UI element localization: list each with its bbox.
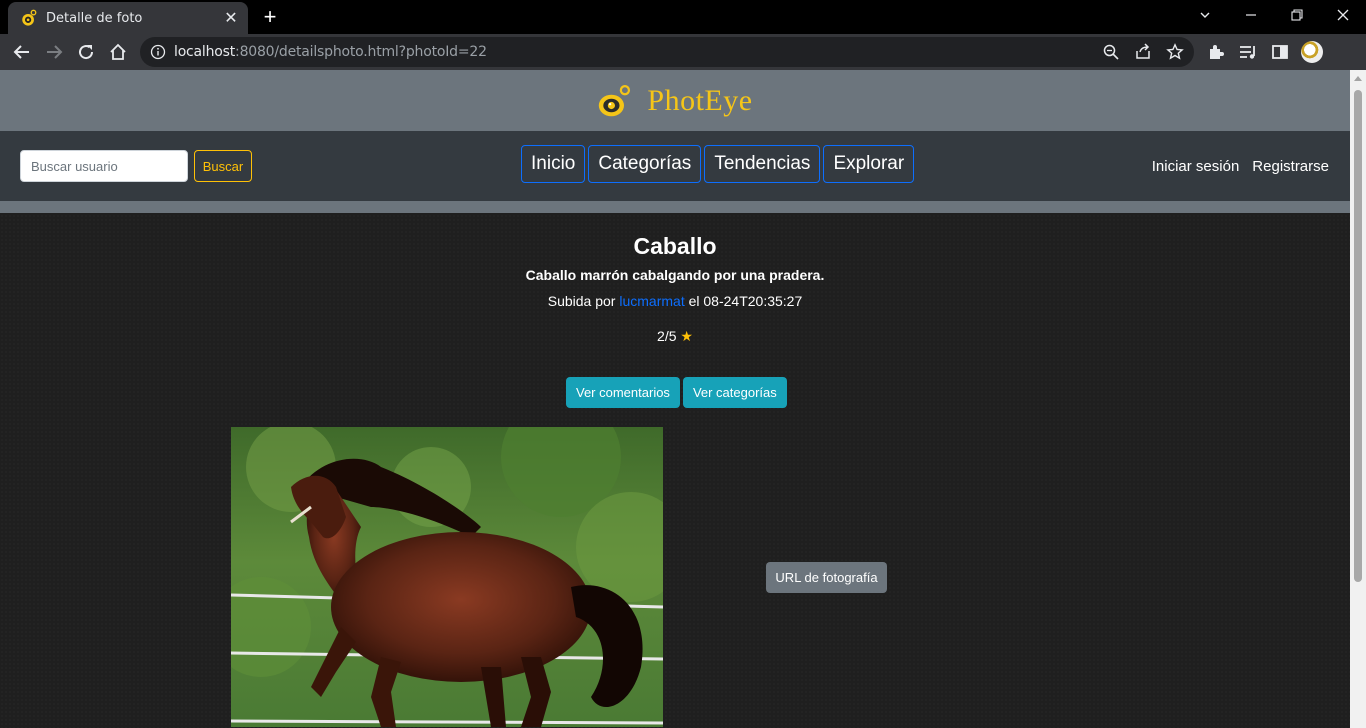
view-comments-button[interactable]: Ver comentarios — [566, 377, 680, 408]
upload-prefix: Subida por — [547, 293, 616, 309]
auth-links: Iniciar sesión Registrarse — [1152, 158, 1329, 175]
rating: 2/5 ★ — [0, 328, 1350, 345]
search-user-input[interactable] — [20, 150, 188, 182]
minimize-icon[interactable] — [1228, 0, 1274, 30]
brand[interactable]: PhotEye — [597, 83, 752, 119]
extensions-puzzle-icon[interactable] — [1206, 42, 1226, 62]
browser-tab[interactable]: Detalle de foto ✕ — [8, 2, 248, 34]
upload-info: Subida por lucmarmat el 08-24T20:35:27 — [0, 293, 1350, 309]
upload-date: el 08-24T20:35:27 — [688, 293, 803, 309]
site-info-icon[interactable] — [150, 44, 166, 60]
photo-image — [231, 427, 663, 727]
login-link[interactable]: Iniciar sesión — [1152, 158, 1240, 175]
photo-actions: Ver comentarios Ver categorías — [566, 377, 787, 408]
bookmark-star-icon[interactable] — [1166, 43, 1184, 61]
reload-icon[interactable] — [72, 38, 100, 66]
divider-bar — [0, 201, 1350, 213]
url-text: localhost:8080/detailsphoto.html?photoId… — [174, 44, 487, 60]
forward-arrow-icon[interactable] — [40, 38, 68, 66]
main-navbar: Buscar Inicio Categorías Tendencias Expl… — [0, 131, 1350, 201]
share-icon[interactable] — [1134, 43, 1152, 61]
tab-search-icon[interactable] — [1182, 0, 1228, 30]
rating-value: 2/5 — [657, 328, 677, 344]
author-link[interactable]: lucmarmat — [619, 293, 684, 309]
star-icon: ★ — [680, 328, 693, 344]
zoom-icon[interactable] — [1102, 43, 1120, 61]
search-button[interactable]: Buscar — [194, 150, 252, 182]
profile-avatar[interactable] — [1301, 41, 1323, 63]
address-bar[interactable]: localhost:8080/detailsphoto.html?photoId… — [140, 37, 1194, 67]
photeye-favicon-icon — [22, 9, 37, 26]
brand-header: PhotEye — [0, 70, 1350, 131]
nav-inicio[interactable]: Inicio — [521, 145, 586, 183]
photo-title: Caballo — [633, 233, 717, 259]
tab-strip: Detalle de foto ✕ + — [0, 0, 1366, 34]
home-icon[interactable] — [104, 38, 132, 66]
media-queue-icon[interactable] — [1238, 42, 1258, 62]
restore-icon[interactable] — [1274, 0, 1320, 30]
register-link[interactable]: Registrarse — [1252, 158, 1329, 175]
nav-links: Inicio Categorías Tendencias Explorar — [521, 145, 915, 183]
photo-url-button[interactable]: URL de fotografía — [766, 562, 887, 593]
url-path: :8080/detailsphoto.html?photoId=22 — [235, 44, 487, 60]
new-tab-button[interactable]: + — [258, 6, 282, 28]
page-scrollbar[interactable] — [1350, 70, 1366, 728]
scrollbar-thumb[interactable] — [1354, 90, 1362, 582]
photeye-logo-icon — [599, 84, 631, 116]
window-close-icon[interactable] — [1320, 0, 1366, 30]
page-viewport: PhotEye Buscar Inicio Categorías Tendenc… — [0, 70, 1350, 728]
nav-explorar[interactable]: Explorar — [823, 145, 915, 183]
brand-name: PhotEye — [647, 83, 753, 117]
photo-description: Caballo marrón cabalgando por una prader… — [525, 267, 825, 283]
browser-toolbar: localhost:8080/detailsphoto.html?photoId… — [0, 34, 1366, 70]
url-host: localhost — [174, 44, 236, 60]
side-panel-icon[interactable] — [1270, 42, 1290, 62]
nav-categorias[interactable]: Categorías — [588, 145, 702, 183]
tab-close-icon[interactable]: ✕ — [220, 7, 242, 29]
view-categories-button[interactable]: Ver categorías — [682, 377, 787, 408]
nav-tendencias[interactable]: Tendencias — [704, 145, 821, 183]
tab-title: Detalle de foto — [46, 10, 143, 26]
scroll-up-arrow-icon[interactable] — [1354, 76, 1362, 81]
back-arrow-icon[interactable] — [8, 38, 36, 66]
